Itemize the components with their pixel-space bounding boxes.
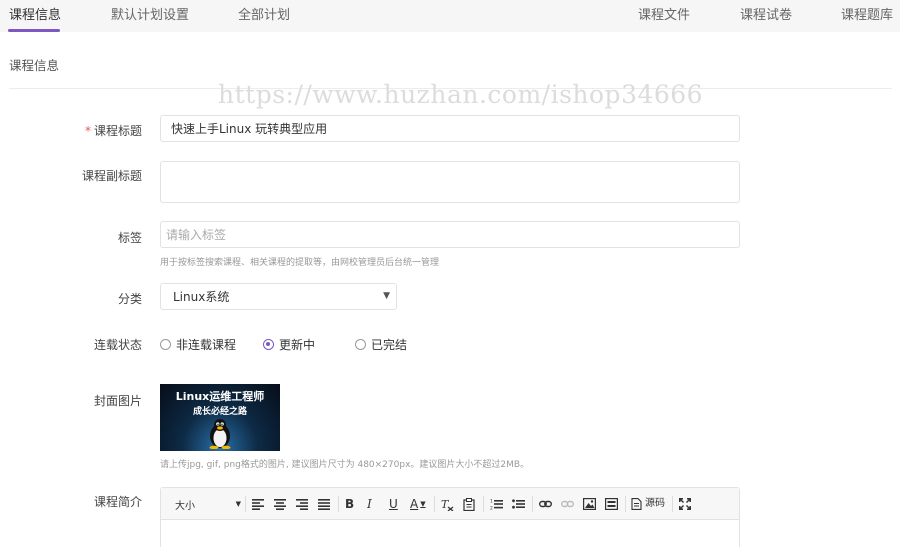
serial-status-label: 连载状态 <box>93 338 142 352</box>
bold-button[interactable]: B <box>345 496 354 512</box>
course-intro-label: 课程简介 <box>93 495 142 509</box>
course-subtitle-textarea[interactable] <box>160 161 740 203</box>
course-title-label: * 课程标题 <box>0 122 142 139</box>
cover-image-title: Linux运维工程师 <box>175 390 265 403</box>
align-left-icon[interactable] <box>252 496 264 512</box>
font-color-button[interactable]: A ▼ <box>410 496 426 512</box>
tags-help-text: 用于按标签搜索课程、相关课程的提取等，由网校管理员后台统一管理 <box>160 258 440 268</box>
svg-text:T: T <box>441 498 450 511</box>
paste-icon[interactable] <box>463 496 475 512</box>
tux-penguin-icon <box>209 419 231 449</box>
link-icon[interactable] <box>539 496 552 512</box>
cover-image[interactable]: Linux运维工程师 成长必经之路 <box>160 384 280 451</box>
radio-unchecked-icon <box>355 339 366 350</box>
source-icon <box>631 498 642 510</box>
editor-toolbar: 大小 ▼ B I U A ▼ T 12 源码 <box>161 488 739 520</box>
underline-button[interactable]: U <box>389 496 398 512</box>
align-right-icon[interactable] <box>296 496 308 512</box>
toolbar-divider <box>483 496 484 512</box>
font-size-select[interactable]: 大小 ▼ <box>167 494 245 514</box>
radio-completed-label: 已完结 <box>371 338 408 352</box>
required-mark: * <box>84 124 91 138</box>
cover-image-subtitle: 成长必经之路 <box>192 407 247 417</box>
active-tab-indicator <box>8 29 60 32</box>
radio-non-serial-label: 非连载课程 <box>176 338 237 352</box>
course-title-input[interactable]: 快速上手Linux 玩转典型应用 <box>160 115 740 142</box>
tab-course-exams[interactable]: 课程试卷 <box>740 4 792 23</box>
cover-help-text: 请上传jpg, gif, png格式的图片, 建议图片尺寸为 480×270px… <box>160 460 530 470</box>
embed-media-icon[interactable] <box>605 496 618 512</box>
rich-text-editor[interactable]: 大小 ▼ B I U A ▼ T 12 源码 <box>160 487 740 547</box>
radio-unchecked-icon <box>160 339 171 350</box>
cover-image-label: 封面图片 <box>93 394 142 408</box>
tab-all-plans[interactable]: 全部计划 <box>238 4 290 23</box>
clear-format-icon[interactable]: T <box>441 496 454 512</box>
toolbar-divider <box>672 496 673 512</box>
radio-completed[interactable]: 已完结 <box>355 336 407 353</box>
font-size-label: 大小 <box>175 500 195 512</box>
ordered-list-icon[interactable]: 12 <box>490 496 503 512</box>
toolbar-divider <box>532 496 533 512</box>
toolbar-divider <box>245 496 246 512</box>
unordered-list-icon[interactable] <box>512 496 525 512</box>
caret-down-icon: ▼ <box>420 500 426 508</box>
category-select[interactable]: Linux系统 ▼ <box>160 283 397 310</box>
svg-text:1: 1 <box>490 499 493 505</box>
italic-button[interactable]: I <box>367 496 372 512</box>
radio-non-serial[interactable]: 非连载课程 <box>160 336 236 353</box>
toolbar-divider <box>434 496 435 512</box>
caret-down-icon: ▼ <box>235 500 241 508</box>
course-title-label-text: 课程标题 <box>93 124 142 138</box>
tags-placeholder: 请输入标签 <box>166 228 227 242</box>
svg-text:2: 2 <box>490 506 493 511</box>
tab-default-plan-settings[interactable]: 默认计划设置 <box>111 4 189 23</box>
align-justify-icon[interactable] <box>318 496 330 512</box>
watermark: https://www.huzhan.com/ishop34666 <box>218 80 704 109</box>
radio-updating[interactable]: 更新中 <box>263 336 315 353</box>
radio-updating-label: 更新中 <box>279 338 316 352</box>
radio-checked-icon <box>263 339 274 350</box>
tab-course-info[interactable]: 课程信息 <box>9 4 61 23</box>
unlink-icon[interactable] <box>561 496 574 512</box>
tags-input[interactable]: 请输入标签 <box>160 221 740 248</box>
category-label: 分类 <box>117 292 142 306</box>
tab-course-files[interactable]: 课程文件 <box>638 4 690 23</box>
source-button-label: 源码 <box>645 498 665 509</box>
toolbar-divider <box>625 496 626 512</box>
fullscreen-icon[interactable] <box>679 496 691 512</box>
course-title-value: 快速上手Linux 玩转典型应用 <box>171 122 328 136</box>
image-icon[interactable] <box>583 496 596 512</box>
toolbar-divider <box>338 496 339 512</box>
tab-question-bank[interactable]: 课程题库 <box>841 4 893 23</box>
tags-label: 标签 <box>117 231 142 245</box>
source-button[interactable]: 源码 <box>631 496 665 512</box>
caret-down-icon: ▼ <box>383 291 390 301</box>
category-selected-value: Linux系统 <box>173 290 230 304</box>
font-color-label: A <box>410 497 419 511</box>
align-center-icon[interactable] <box>274 496 286 512</box>
top-tab-bar: 课程信息 默认计划设置 全部计划 课程文件 课程试卷 课程题库 <box>0 0 900 32</box>
course-subtitle-label: 课程副标题 <box>81 169 142 183</box>
section-title: 课程信息 <box>9 58 60 73</box>
